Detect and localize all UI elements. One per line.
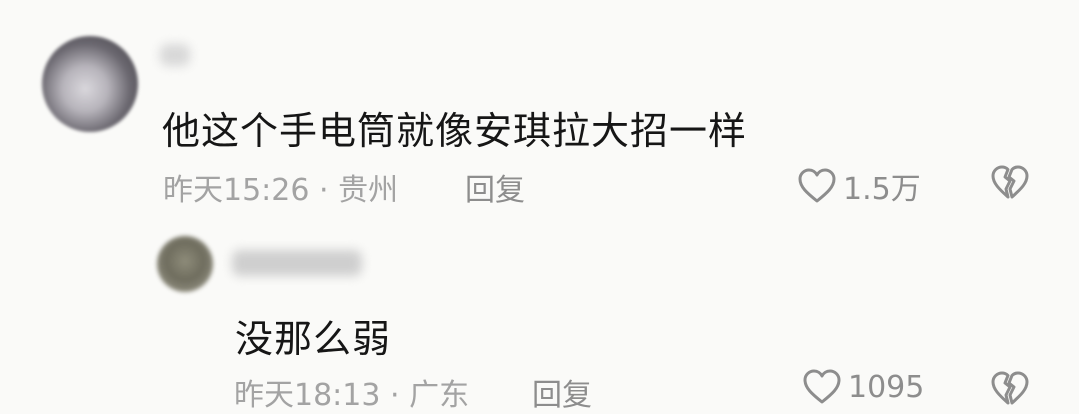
broken-heart-icon: [991, 371, 1029, 405]
comment-meta: 昨天15:26 · 贵州: [163, 173, 399, 208]
like-button[interactable]: 1.5万: [797, 164, 921, 208]
avatar[interactable]: [42, 36, 138, 132]
username-blurred[interactable]: [160, 44, 190, 66]
reply-button[interactable]: 回复: [465, 165, 525, 209]
comment-text: 没那么弱: [235, 317, 392, 361]
comment-meta: 昨天18:13 · 广东: [234, 378, 470, 413]
comment-text: 他这个手电筒就像安琪拉大招一样: [162, 109, 748, 153]
heart-outline-icon: [803, 369, 841, 404]
like-button[interactable]: 1095: [802, 368, 924, 406]
dislike-button[interactable]: [990, 370, 1030, 408]
dislike-button[interactable]: [990, 164, 1030, 202]
like-count: 1095: [848, 369, 925, 405]
like-count: 1.5万: [843, 172, 921, 207]
avatar[interactable]: [157, 236, 213, 292]
reply-button[interactable]: 回复: [532, 370, 592, 414]
heart-outline-icon: [798, 168, 836, 203]
username-blurred[interactable]: [232, 250, 362, 276]
broken-heart-icon: [991, 165, 1029, 199]
